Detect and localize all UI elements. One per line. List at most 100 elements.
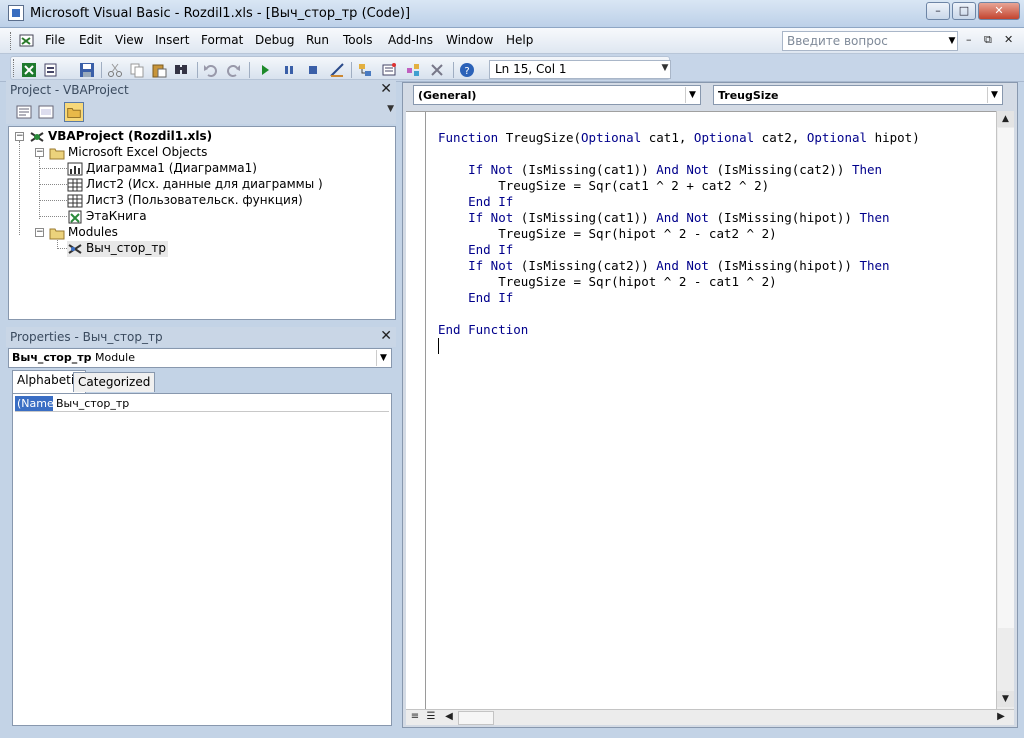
minimize-button[interactable]: – xyxy=(926,2,950,20)
properties-icon[interactable] xyxy=(381,62,397,78)
code-editor[interactable]: Function TreugSize(Optional cat1, Option… xyxy=(406,111,996,710)
code-line[interactable]: Function TreugSize(Optional cat1, Option… xyxy=(438,130,920,146)
menu-format[interactable]: Format xyxy=(201,33,243,47)
project-toolbar-options-icon[interactable]: ▼ xyxy=(387,104,394,114)
chevron-down-icon[interactable]: ▼ xyxy=(987,87,1001,103)
code-line[interactable]: TreugSize = Sqr(hipot ^ 2 - cat1 ^ 2) xyxy=(438,274,920,290)
menu-run[interactable]: Run xyxy=(306,33,329,47)
tree-item-module-selected[interactable]: Выч_стор_тр xyxy=(67,241,168,257)
menu-view[interactable]: View xyxy=(115,33,143,47)
tab-categorized[interactable]: Categorized xyxy=(73,372,156,392)
horizontal-scrollbar[interactable]: ≡ ☰ ◀ ▶ xyxy=(406,709,1014,725)
menu-file[interactable]: File xyxy=(45,33,65,47)
menu-help[interactable]: Help xyxy=(506,33,533,47)
insert-module-icon[interactable] xyxy=(43,62,59,78)
menu-edit[interactable]: Edit xyxy=(79,33,102,47)
procedure-view-icon[interactable]: ≡ xyxy=(408,710,422,726)
help-icon[interactable]: ? xyxy=(459,62,475,78)
mdi-restore-button[interactable]: ⧉ xyxy=(984,33,992,47)
redo-icon[interactable] xyxy=(225,62,241,78)
cut-icon[interactable] xyxy=(107,62,123,78)
code-token: hipot) xyxy=(867,130,920,145)
menu-insert[interactable]: Insert xyxy=(155,33,189,47)
maximize-button[interactable]: □ xyxy=(952,2,976,20)
vertical-scroll-thumb[interactable] xyxy=(998,128,1014,628)
full-module-view-icon[interactable]: ☰ xyxy=(424,710,438,726)
scroll-left-icon[interactable]: ◀ xyxy=(442,710,456,726)
menubar-grip[interactable] xyxy=(10,32,13,50)
view-object-icon[interactable] xyxy=(36,102,56,122)
toggle-folders-icon[interactable] xyxy=(64,102,84,122)
properties-panel-title: Properties - Выч_стор_тр xyxy=(10,330,163,344)
code-line[interactable] xyxy=(438,146,920,162)
menu-tools[interactable]: Tools xyxy=(343,33,373,47)
tree-connector xyxy=(39,216,67,217)
code-window: (General) ▼ TreugSize ▼ Function TreugSi… xyxy=(402,82,1018,728)
tree-folder-excel-objects[interactable]: Microsoft Excel Objects xyxy=(49,145,207,161)
menu-window[interactable]: Window xyxy=(446,33,493,47)
ask-dropdown-icon[interactable]: ▼ xyxy=(946,31,958,51)
expand-modules-icon[interactable]: − xyxy=(35,228,44,237)
run-icon[interactable] xyxy=(257,62,273,78)
code-line[interactable]: End If xyxy=(438,194,920,210)
code-line[interactable]: End If xyxy=(438,290,920,306)
scroll-up-icon[interactable]: ▲ xyxy=(997,111,1014,127)
ask-question-input[interactable]: Введите вопрос xyxy=(782,31,958,51)
toolbar-options-icon[interactable]: ▼ xyxy=(660,58,670,78)
property-value[interactable]: Выч_стор_тр xyxy=(56,397,129,410)
scroll-down-icon[interactable]: ▼ xyxy=(997,691,1014,707)
code-line[interactable] xyxy=(438,306,920,322)
tree-folder-modules[interactable]: Modules xyxy=(49,225,118,241)
code-line[interactable]: TreugSize = Sqr(hipot ^ 2 - cat2 ^ 2) xyxy=(438,226,920,242)
properties-object-select[interactable]: Выч_стор_тр Module ▼ xyxy=(8,348,392,368)
toolbox-icon[interactable] xyxy=(429,62,445,78)
tree-item-sheet2[interactable]: Лист2 (Исх. данные для диаграммы ) xyxy=(67,177,323,193)
code-line[interactable]: End Function xyxy=(438,322,920,338)
tree-item-project[interactable]: VBAProject (Rozdil1.xls) xyxy=(29,129,212,145)
object-browser-icon[interactable] xyxy=(405,62,421,78)
procedure-combo[interactable]: TreugSize ▼ xyxy=(713,85,1003,105)
scroll-right-icon[interactable]: ▶ xyxy=(994,710,1008,726)
view-excel-icon[interactable] xyxy=(21,62,37,78)
project-explorer-icon[interactable] xyxy=(357,62,373,78)
code-line[interactable]: If Not (IsMissing(cat1)) And Not (IsMiss… xyxy=(438,210,920,226)
expand-excel-objects-icon[interactable]: − xyxy=(35,148,44,157)
project-panel-close-icon[interactable]: ✕ xyxy=(380,81,392,97)
code-line[interactable]: End If xyxy=(438,242,920,258)
code-keyword: End If xyxy=(468,242,514,257)
tree-item-chart1[interactable]: Диаграмма1 (Диаграмма1) xyxy=(67,161,257,177)
menu-add-ins[interactable]: Add-Ins xyxy=(388,33,433,47)
object-combo[interactable]: (General) ▼ xyxy=(413,85,701,105)
chevron-down-icon[interactable]: ▼ xyxy=(685,87,699,103)
horizontal-scroll-thumb[interactable] xyxy=(458,711,494,725)
code-margin[interactable] xyxy=(406,112,426,710)
close-button[interactable]: ✕ xyxy=(978,2,1020,20)
code-line[interactable]: TreugSize = Sqr(cat1 ^ 2 + cat2 ^ 2) xyxy=(438,178,920,194)
find-icon[interactable] xyxy=(173,62,189,78)
mdi-minimize-button[interactable]: – xyxy=(966,33,972,46)
menu-debug[interactable]: Debug xyxy=(255,33,294,47)
code-text[interactable]: Function TreugSize(Optional cat1, Option… xyxy=(438,130,920,338)
tree-item-sheet3[interactable]: Лист3 (Пользовательск. функция) xyxy=(67,193,303,209)
reset-icon[interactable] xyxy=(305,62,321,78)
tree-item-thisworkbook[interactable]: ЭтаКнига xyxy=(67,209,147,225)
design-mode-icon[interactable] xyxy=(329,62,345,78)
vba-menu-icon[interactable] xyxy=(18,32,36,49)
toolbar-grip[interactable] xyxy=(13,59,16,77)
properties-panel-close-icon[interactable]: ✕ xyxy=(380,328,392,344)
expand-project-icon[interactable]: − xyxy=(15,132,24,141)
save-icon[interactable] xyxy=(79,62,95,78)
paste-icon[interactable] xyxy=(151,62,167,78)
tree-connector xyxy=(39,200,67,201)
view-code-icon[interactable] xyxy=(14,102,34,122)
code-keyword: And Not xyxy=(656,258,709,273)
vertical-scrollbar[interactable]: ▲ ▼ xyxy=(996,111,1014,709)
mdi-close-button[interactable]: ✕ xyxy=(1004,33,1013,46)
undo-icon[interactable] xyxy=(203,62,219,78)
property-row[interactable]: (Name) Выч_стор_тр xyxy=(15,396,389,412)
code-line[interactable]: If Not (IsMissing(cat2)) And Not (IsMiss… xyxy=(438,258,920,274)
code-line[interactable]: If Not (IsMissing(cat1)) And Not (IsMiss… xyxy=(438,162,920,178)
copy-icon[interactable] xyxy=(129,62,145,78)
chevron-down-icon[interactable]: ▼ xyxy=(376,350,390,366)
break-icon[interactable] xyxy=(281,62,297,78)
